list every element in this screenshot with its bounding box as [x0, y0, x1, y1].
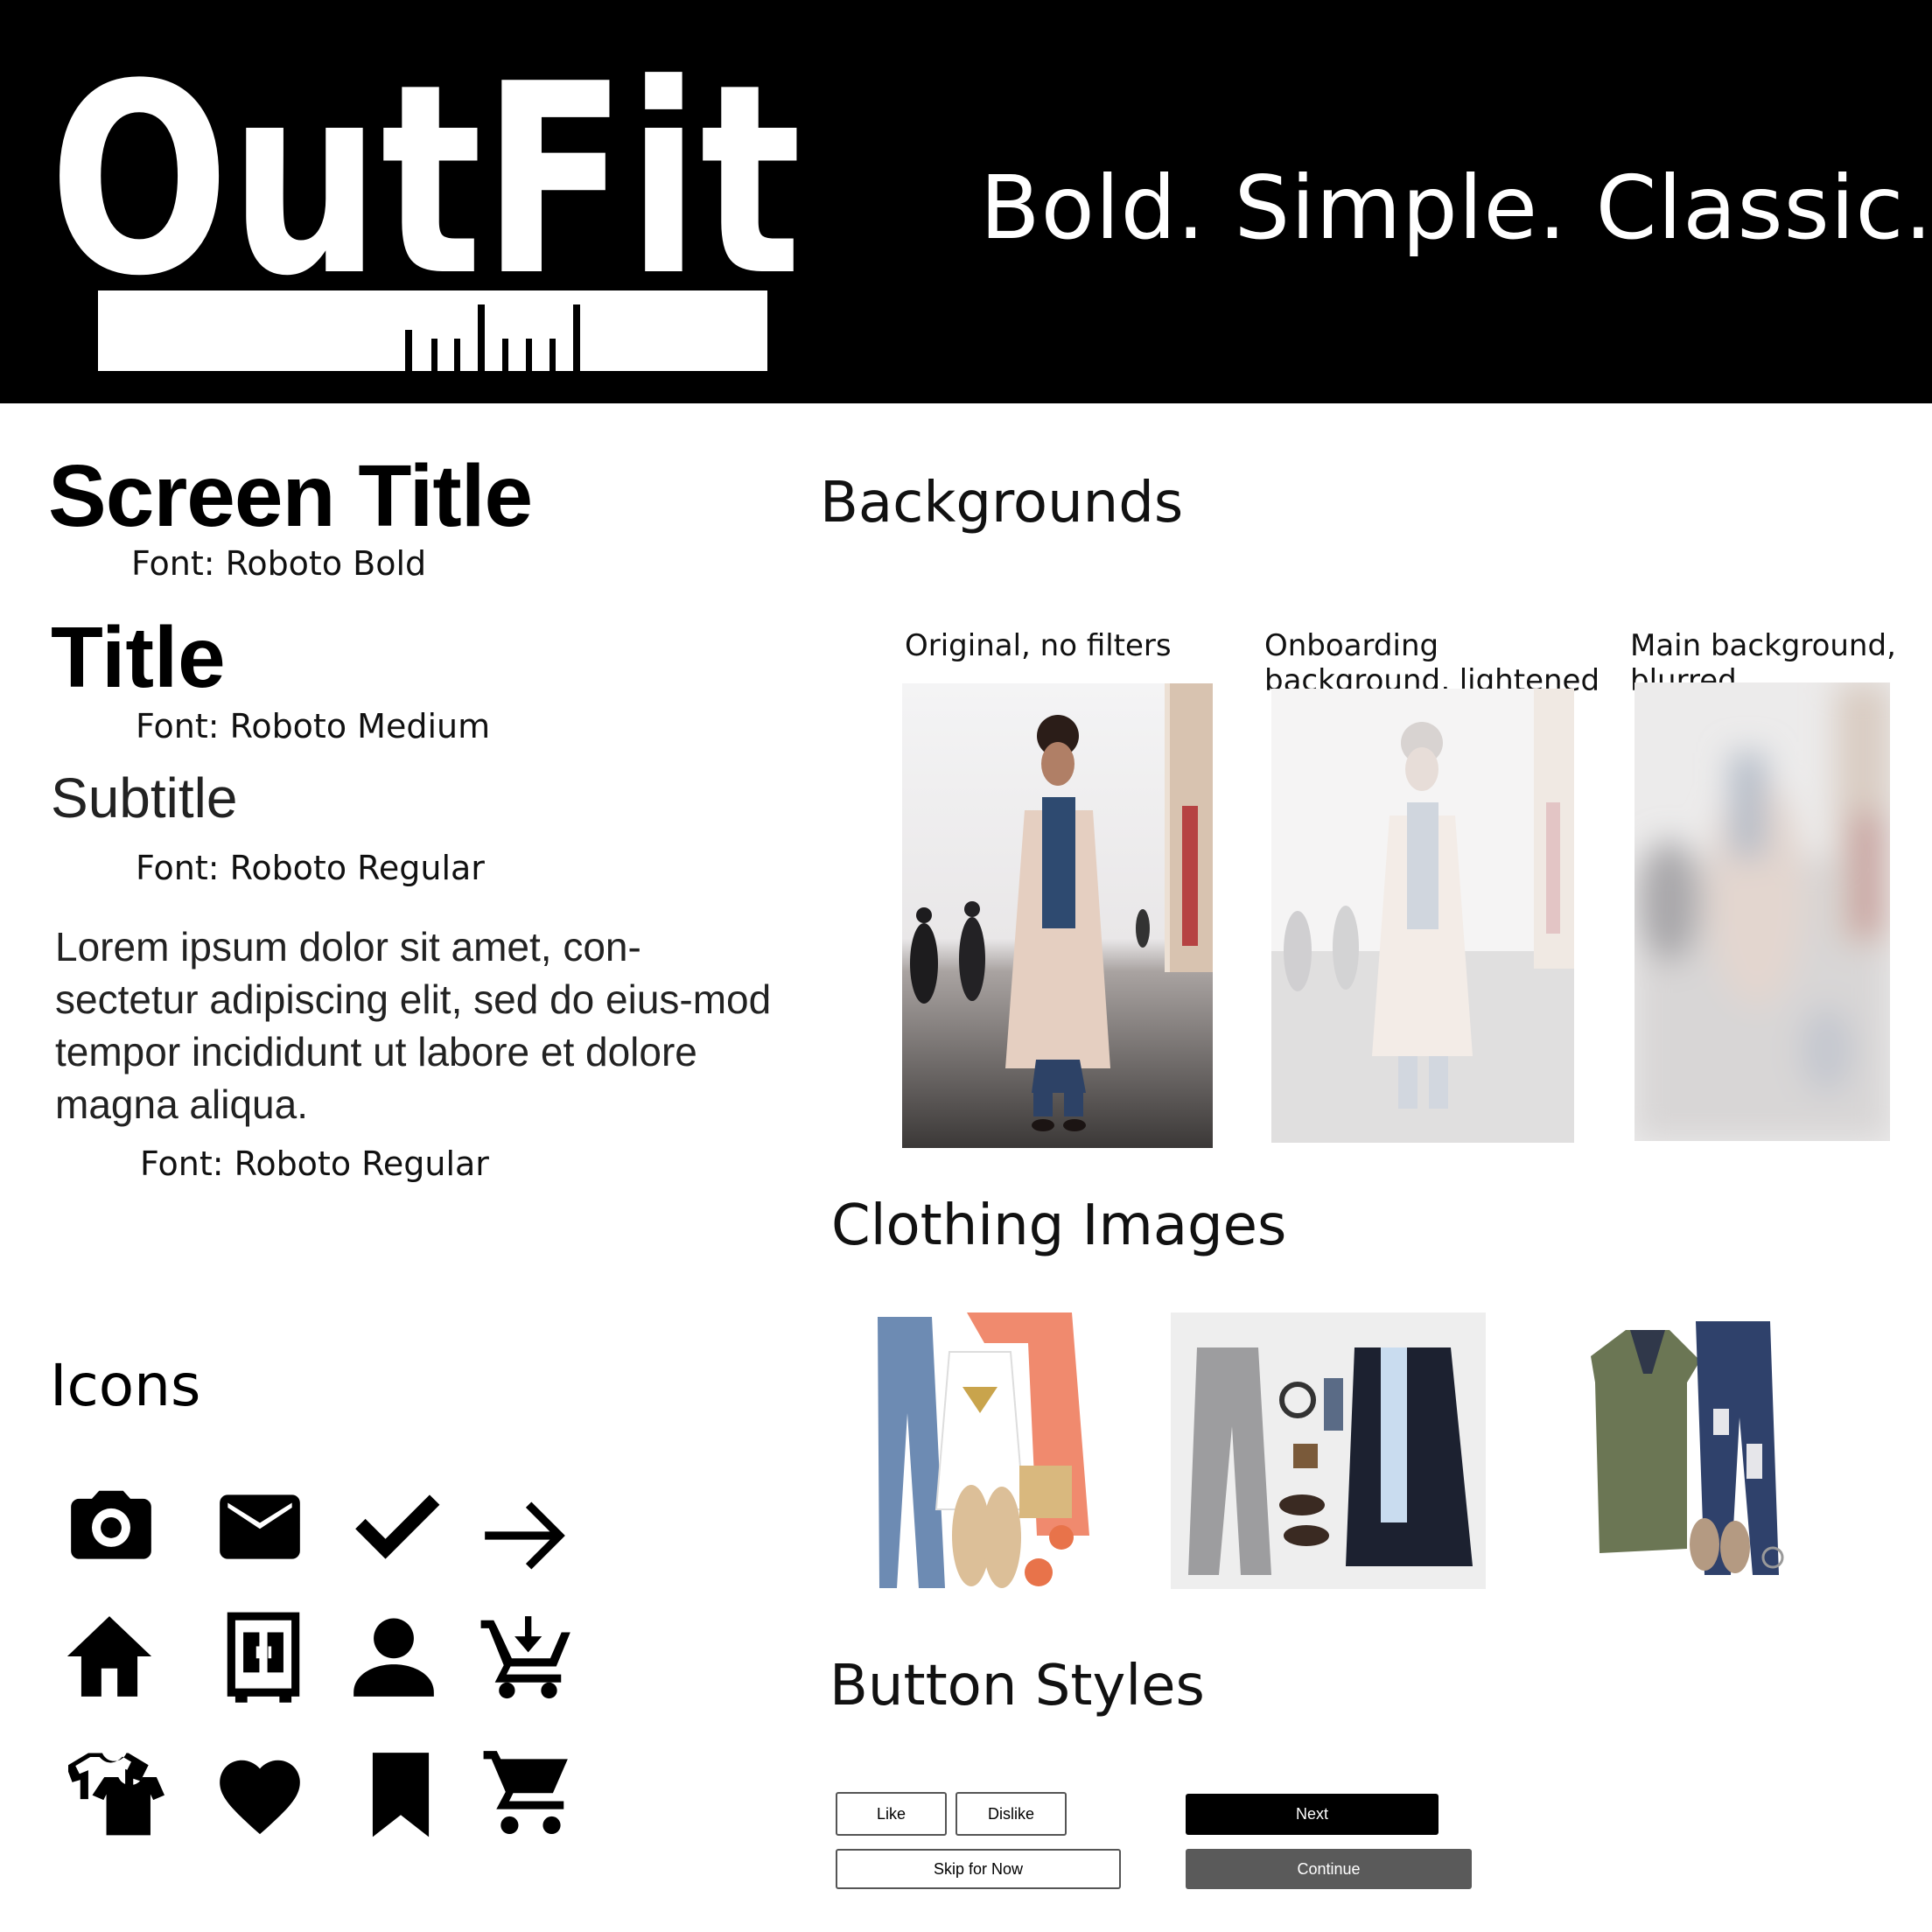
clothing-image-outfit-1 — [878, 1312, 1089, 1588]
body-text-sample: Lorem ipsum dolor sit amet, con-sectetur… — [55, 924, 772, 1127]
like-button[interactable]: Like — [836, 1792, 947, 1836]
caption-original: Original, no filters — [905, 628, 1172, 663]
next-button[interactable]: Next — [1186, 1794, 1438, 1835]
svg-text:OutFit: OutFit — [49, 28, 802, 290]
heart-icon — [203, 1740, 317, 1853]
check-icon — [339, 1470, 452, 1584]
header-banner: OutFit Bold. Simple. Classic. — [0, 0, 1932, 403]
camera-icon — [54, 1470, 168, 1584]
clothing-heading: Clothing Images — [831, 1194, 1287, 1258]
arrow-right-icon — [468, 1479, 582, 1592]
screen-title-font-note: Font: Roboto Bold — [131, 544, 427, 583]
logo-ruler-graphic — [98, 290, 767, 371]
mail-icon — [203, 1470, 317, 1584]
home-icon — [52, 1600, 166, 1713]
shirts-icon — [60, 1734, 173, 1848]
icons-heading: Icons — [50, 1352, 201, 1419]
background-original-image — [902, 683, 1213, 1148]
body-font-note: Font: Roboto Regular — [140, 1144, 489, 1183]
add-to-cart-icon — [468, 1600, 582, 1713]
bookmark-icon — [344, 1736, 458, 1850]
title-sample: Title — [51, 609, 226, 705]
background-main-image — [1634, 682, 1890, 1141]
clothing-image-outfit-3 — [1591, 1321, 1784, 1575]
title-font-note: Font: Roboto Medium — [136, 707, 491, 746]
cart-icon — [471, 1734, 584, 1848]
clothing-image-outfit-2 — [1171, 1312, 1486, 1589]
subtitle-font-note: Font: Roboto Regular — [136, 849, 485, 887]
wardrobe-icon — [206, 1600, 320, 1713]
outfit-logo: OutFit — [49, 28, 802, 290]
tagline: Bold. Simple. Classic. — [980, 157, 1932, 259]
screen-title-sample: Screen Title — [48, 447, 533, 545]
subtitle-sample: Subtitle — [51, 766, 238, 830]
button-styles-heading: Button Styles — [830, 1654, 1205, 1718]
dislike-button[interactable]: Dislike — [956, 1792, 1067, 1836]
caption-onboarding: Onboarding background, lightened — [1264, 628, 1600, 698]
background-onboarding-image — [1271, 689, 1574, 1143]
person-icon — [337, 1600, 451, 1713]
continue-button[interactable]: Continue — [1186, 1849, 1472, 1889]
backgrounds-heading: Backgrounds — [820, 471, 1184, 536]
skip-for-now-button[interactable]: Skip for Now — [836, 1849, 1121, 1889]
